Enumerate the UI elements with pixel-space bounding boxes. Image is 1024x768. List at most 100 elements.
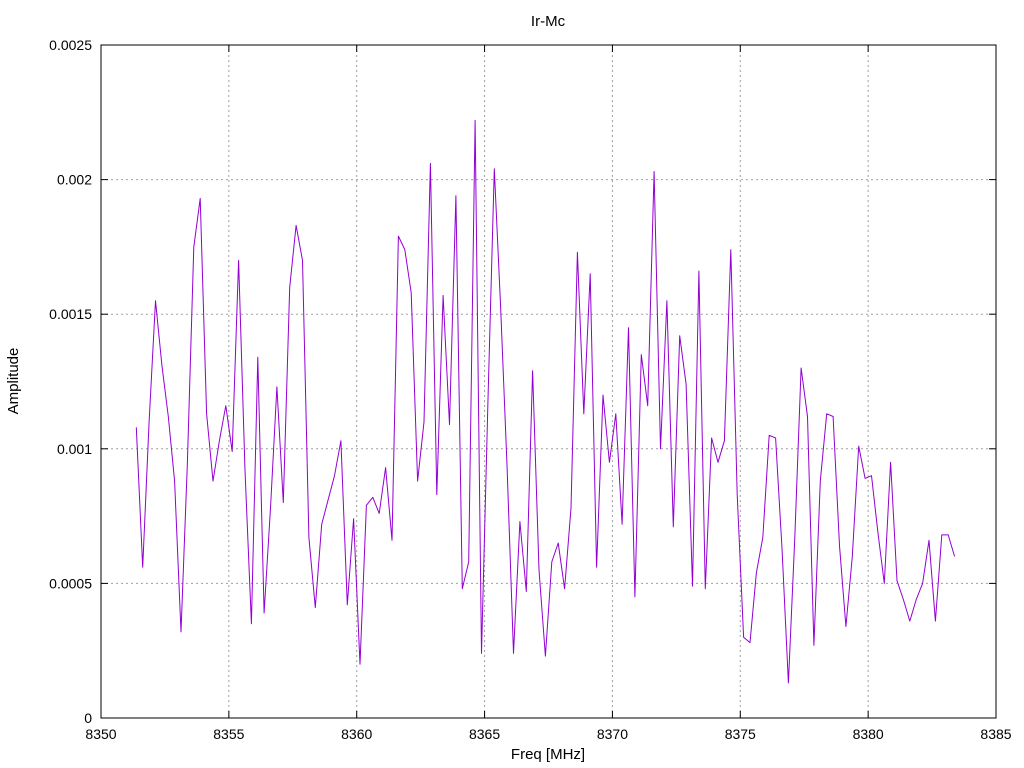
data-point	[372, 497, 373, 498]
data-point	[308, 537, 309, 538]
data-point	[788, 683, 789, 684]
data-point	[475, 120, 476, 121]
data-point	[334, 475, 335, 476]
data-point	[673, 526, 674, 527]
data-point	[264, 613, 265, 614]
data-point	[455, 195, 456, 196]
data-point	[603, 395, 604, 396]
data-point	[468, 561, 469, 562]
data-point	[686, 384, 687, 385]
y-tick-label: 0.0015	[49, 306, 92, 322]
data-point	[411, 292, 412, 293]
data-point	[954, 556, 955, 557]
data-point	[155, 300, 156, 301]
data-point	[762, 537, 763, 538]
data-point	[321, 524, 322, 525]
data-point	[136, 427, 137, 428]
data-point	[142, 567, 143, 568]
data-point	[813, 645, 814, 646]
chart-title: Ir-Mc	[531, 13, 566, 30]
x-tick-label: 8360	[341, 726, 372, 742]
data-point	[833, 416, 834, 417]
data-point	[283, 502, 284, 503]
data-point	[270, 508, 271, 509]
data-point	[379, 513, 380, 514]
data-point	[219, 440, 220, 441]
data-point	[865, 478, 866, 479]
line-chart: 8350 8355 8360 8365 8370 8375 8380 8385 0 0.0005 0…	[5, 13, 1012, 763]
axis-ticks: 8350 8355 8360 8365 8370 8375 8380 8385 0 0.0005 0…	[49, 37, 1012, 742]
data-point	[871, 475, 872, 476]
data-point	[897, 580, 898, 581]
data-point	[251, 623, 252, 624]
data-point	[213, 481, 214, 482]
data-point	[826, 413, 827, 414]
data-point	[596, 567, 597, 568]
data-point	[149, 421, 150, 422]
data-point	[238, 260, 239, 261]
data-point	[750, 642, 751, 643]
data-point	[647, 405, 648, 406]
data-point	[922, 583, 923, 584]
data-point	[417, 481, 418, 482]
data-point	[366, 505, 367, 506]
data-point	[481, 653, 482, 654]
data-point	[609, 462, 610, 463]
data-point	[903, 599, 904, 600]
data-point	[302, 260, 303, 261]
data-point	[443, 295, 444, 296]
data-point	[257, 357, 258, 358]
data-point	[385, 467, 386, 468]
data-point	[181, 631, 182, 632]
data-point	[737, 494, 738, 495]
y-tick-label: 0.001	[57, 441, 92, 457]
series-layer	[135, 119, 956, 684]
data-point	[462, 588, 463, 589]
data-point	[641, 354, 642, 355]
data-point	[782, 548, 783, 549]
series-line	[135, 119, 956, 684]
data-point	[225, 405, 226, 406]
data-point	[590, 273, 591, 274]
data-point	[794, 537, 795, 538]
data-point	[360, 664, 361, 665]
data-point	[545, 656, 546, 657]
data-point	[494, 168, 495, 169]
data-point	[500, 308, 501, 309]
data-point	[392, 540, 393, 541]
data-point	[634, 596, 635, 597]
y-tick-label: 0	[84, 710, 92, 726]
data-point	[884, 583, 885, 584]
data-point	[539, 569, 540, 570]
data-point	[615, 413, 616, 414]
data-point	[200, 198, 201, 199]
data-point	[666, 300, 667, 301]
data-point	[551, 561, 552, 562]
data-point	[526, 591, 527, 592]
x-tick-label: 8385	[980, 726, 1011, 742]
data-point	[571, 508, 572, 509]
data-point	[839, 545, 840, 546]
data-point	[698, 271, 699, 272]
data-point	[340, 440, 341, 441]
data-point	[168, 416, 169, 417]
x-axis-label: Freq [MHz]	[511, 746, 585, 763]
data-point	[711, 438, 712, 439]
data-point	[398, 236, 399, 237]
data-point	[232, 451, 233, 452]
data-point	[807, 416, 808, 417]
data-point	[877, 532, 878, 533]
data-point	[276, 386, 277, 387]
data-point	[756, 572, 757, 573]
y-tick-label: 0.002	[57, 172, 92, 188]
data-point	[705, 588, 706, 589]
data-point	[583, 413, 584, 414]
x-tick-label: 8350	[85, 726, 116, 742]
data-point	[769, 435, 770, 436]
data-point	[890, 462, 891, 463]
data-point	[424, 421, 425, 422]
data-point	[174, 481, 175, 482]
y-tick-label: 0.0025	[49, 37, 92, 53]
data-point	[193, 246, 194, 247]
x-tick-label: 8380	[853, 726, 884, 742]
